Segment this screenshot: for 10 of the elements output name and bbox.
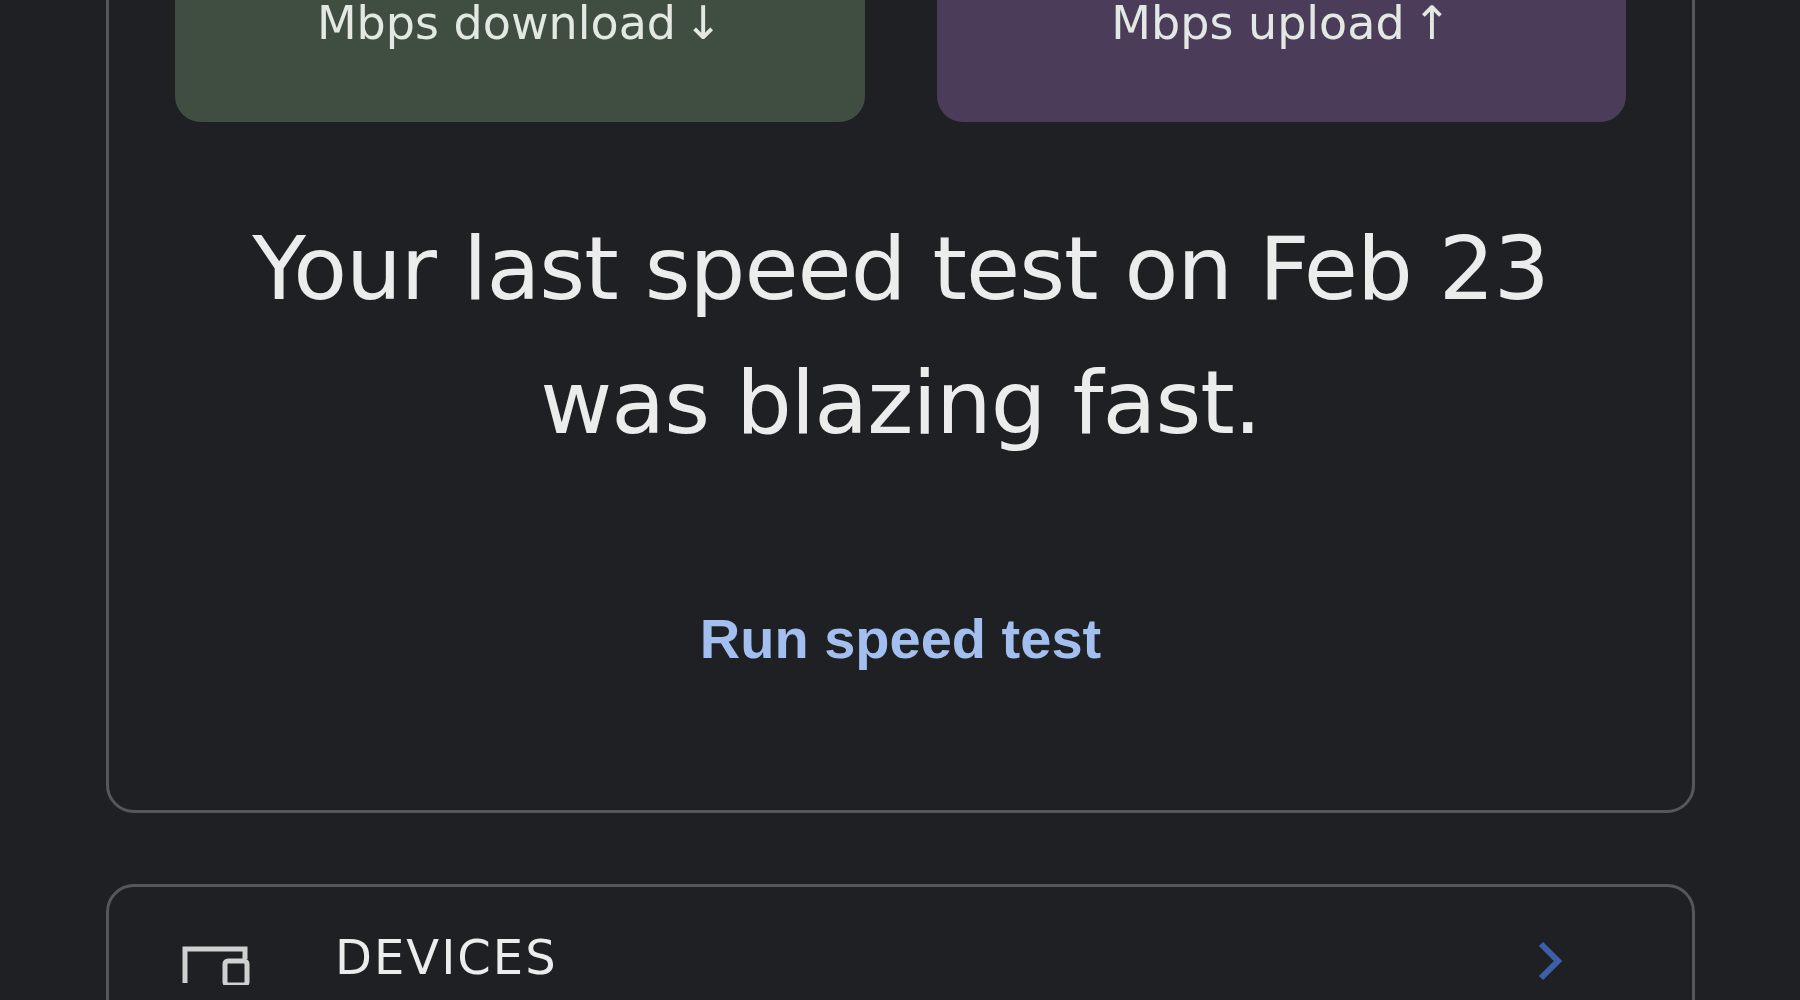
devices-title: DEVICES <box>335 931 558 983</box>
speed-arrow: ↑ <box>1412 0 1452 50</box>
run-speed-test-button[interactable]: Run speed test <box>689 600 1112 677</box>
devices-card[interactable]: DEVICES <box>106 884 1695 1000</box>
speed-test-message: Your last speed test on Feb 23 was blazing fast. <box>251 216 1550 456</box>
speed-label: Mbps download <box>316 0 677 50</box>
speed-arrow: ↓ <box>684 0 723 50</box>
chevron-icon <box>1538 941 1562 981</box>
devices-icon <box>181 945 253 985</box>
speed-label: Mbps upload <box>1111 0 1405 50</box>
